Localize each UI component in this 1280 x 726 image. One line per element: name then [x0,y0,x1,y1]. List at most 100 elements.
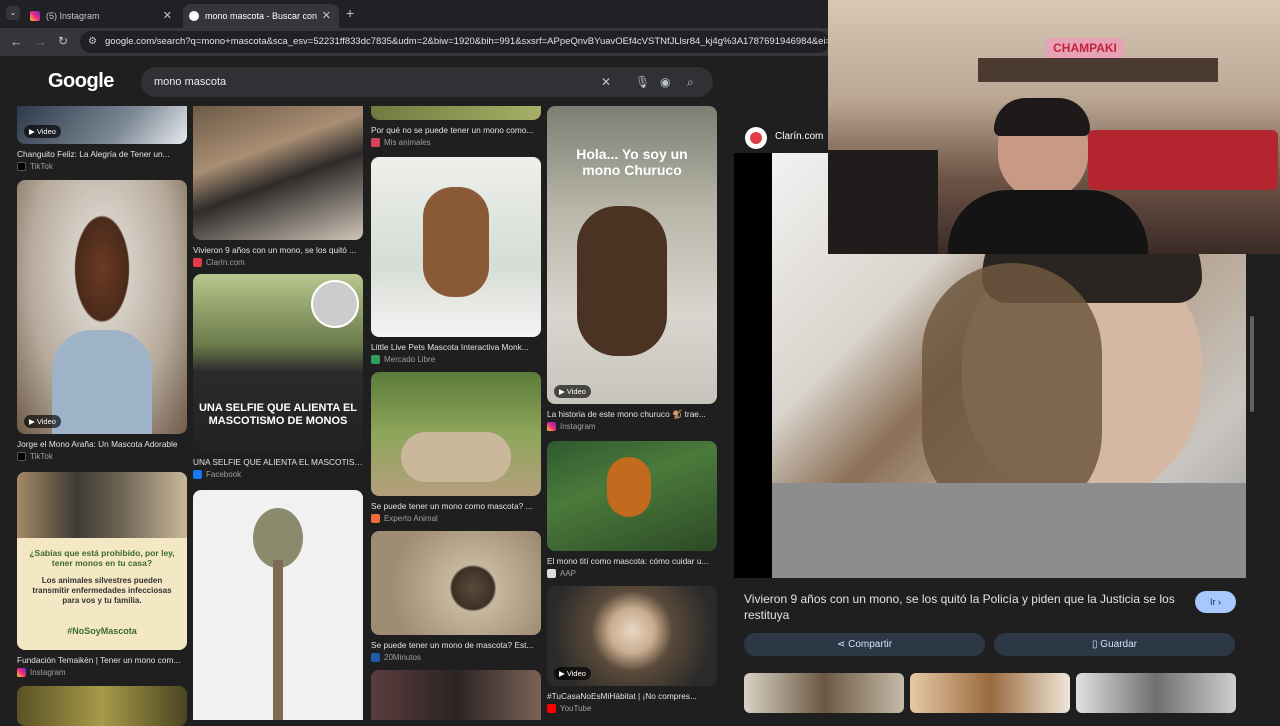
image-result[interactable]: Vivieron 9 años con un mono, se los quit… [193,106,363,267]
aap-icon [547,569,556,578]
result-thumbnail[interactable] [17,686,187,726]
toy-monkey [423,187,489,297]
preview-source[interactable]: Clarín.com [775,131,823,142]
result-source[interactable]: Facebook [193,470,363,479]
close-icon[interactable]: ✕ [163,9,172,22]
preview-letterbox [734,153,772,578]
result-source[interactable]: Instagram [547,422,717,431]
image-result[interactable] [17,686,187,726]
overlay-question: ¿Sabías que está prohibido, por ley, ten… [29,548,175,568]
image-result[interactable]: Hola... Yo soy un mono Churuco ▶ Video L… [547,106,717,431]
result-thumbnail[interactable]: Hola... Yo soy un mono Churuco ▶ Video [547,106,717,404]
result-source[interactable]: Clarín.com [193,258,363,267]
result-thumbnail[interactable]: UNA SELFIE QUE ALIENTA EL MASCOTISMO DE … [193,274,363,452]
google-logo[interactable]: Google [48,70,114,93]
result-caption[interactable]: Se puede tener un mono de mascota? Est..… [371,640,541,651]
clarin-icon [193,258,202,267]
share-button[interactable]: ⋖ Compartir [744,633,985,656]
result-source[interactable]: TikTok [17,162,187,171]
preview-title[interactable]: Vivieron 9 años con un mono, se los quit… [744,591,1184,623]
tab-title: (5) Instagram [46,11,100,21]
result-thumbnail[interactable]: ¿Sabías que está prohibido, por ley, ten… [17,472,187,650]
result-caption[interactable]: Changuito Feliz: La Alegría de Tener un.… [17,149,187,160]
image-result[interactable] [193,490,363,720]
tiktok-icon [17,162,26,171]
result-caption[interactable]: El mono tití como mascota: cómo cuidar u… [547,556,717,567]
result-source[interactable]: Experto Animal [371,514,541,523]
forward-icon[interactable]: → [34,34,47,49]
result-source[interactable]: Mis animales [371,138,541,147]
result-caption[interactable]: Vivieron 9 años con un mono, se los quit… [193,245,363,256]
result-caption[interactable]: #TuCasaNoEsMiHábitat | ¡No compres... [547,691,717,702]
result-source[interactable]: AAP [547,569,717,578]
back-icon[interactable]: ← [10,34,23,49]
20minutos-icon [371,653,380,662]
result-thumbnail[interactable]: ▶ Video [547,586,717,686]
result-caption[interactable]: Se puede tener un mono como mascota? ... [371,501,541,512]
overlay-text: Hola... Yo soy un mono Churuco [576,146,688,178]
result-caption[interactable]: Fundación Temaikèn | Tener un mono com..… [17,655,187,666]
monkey-shirt [52,330,152,434]
new-tab-button[interactable]: + [346,5,354,21]
result-source[interactable]: 20Minutos [371,653,541,662]
site-info-icon[interactable]: ⚙ [88,31,97,53]
clear-icon[interactable]: ✕ [601,67,611,97]
search-input[interactable]: mono mascota ✕ 🎙 ◉ ⌕ [141,67,713,97]
result-thumbnail[interactable] [193,490,363,720]
result-thumbnail[interactable] [193,106,363,240]
image-result[interactable]: Por qué no se puede tener un mono como..… [371,106,541,147]
tab-search-button[interactable]: ⌄ [6,6,20,20]
result-source[interactable]: Mercado Libre [371,355,541,364]
selfie-inset [311,280,359,328]
share-icon: ⋖ [836,639,849,650]
google-icon [189,11,199,21]
image-result[interactable]: ▶ Video #TuCasaNoEsMiHábitat | ¡No compr… [547,586,717,713]
address-bar[interactable]: ⚙ google.com/search?q=mono+mascota&sca_e… [80,31,830,53]
result-source[interactable]: TikTok [17,452,187,461]
rock [401,432,511,482]
microphone-icon[interactable]: 🎙 [635,67,650,97]
result-thumbnail[interactable] [371,372,541,496]
mis-animales-icon [371,138,380,147]
image-result[interactable]: Se puede tener un mono de mascota? Est..… [371,531,541,662]
result-caption[interactable]: UNA SELFIE QUE ALIENTA EL MASCOTISM... [193,457,363,468]
result-caption[interactable]: Por qué no se puede tener un mono como..… [371,125,541,136]
result-source[interactable]: YouTube [547,704,717,713]
image-result[interactable] [371,670,541,720]
result-caption[interactable]: La historia de este mono churuco 🐒 trae.… [547,409,717,420]
result-source[interactable]: Instagram [17,668,187,677]
clarin-icon [745,127,767,149]
image-result[interactable]: ¿Sabías que está prohibido, por ley, ten… [17,472,187,677]
tab-instagram[interactable]: (5) Instagram ✕ [24,4,180,28]
result-thumbnail[interactable] [371,531,541,635]
image-result[interactable]: UNA SELFIE QUE ALIENTA EL MASCOTISMO DE … [193,274,363,479]
youtube-icon [547,704,556,713]
result-thumbnail[interactable] [371,106,541,120]
save-button[interactable]: ▯ Guardar [994,633,1235,656]
result-caption[interactable]: Jorge el Mono Araña: Un Mascota Adorable [17,439,187,450]
related-image[interactable] [744,673,904,713]
lens-icon[interactable]: ◉ [660,67,670,97]
tab-google-search[interactable]: mono mascota - Buscar con Go ✕ [183,4,339,28]
related-image[interactable] [910,673,1070,713]
panel-scrollbar[interactable] [1250,316,1254,412]
reload-icon[interactable]: ↻ [58,34,68,48]
gray-hoodie [772,483,1246,578]
image-result[interactable]: ▶ Video Jorge el Mono Araña: Un Mascota … [17,180,187,461]
visit-button[interactable]: Ir › [1195,591,1236,613]
result-thumbnail[interactable] [371,670,541,720]
result-thumbnail[interactable]: ▶ Video [17,106,187,144]
image-result[interactable]: Se puede tener un mono como mascota? ...… [371,372,541,523]
image-result[interactable]: Little Live Pets Mascota Interactiva Mon… [371,157,541,364]
search-icon[interactable]: ⌕ [687,67,694,97]
result-thumbnail[interactable] [371,157,541,337]
result-thumbnail[interactable]: ▶ Video [17,180,187,434]
wall-shelf [978,58,1218,82]
image-result[interactable]: ▶ Video Changuito Feliz: La Alegría de T… [17,106,187,171]
image-result[interactable]: El mono tití como mascota: cómo cuidar u… [547,441,717,578]
close-icon[interactable]: ✕ [322,9,331,22]
result-thumbnail[interactable] [547,441,717,551]
golden-tamarin [607,457,651,517]
result-caption[interactable]: Little Live Pets Mascota Interactiva Mon… [371,342,541,353]
related-image[interactable] [1076,673,1236,713]
